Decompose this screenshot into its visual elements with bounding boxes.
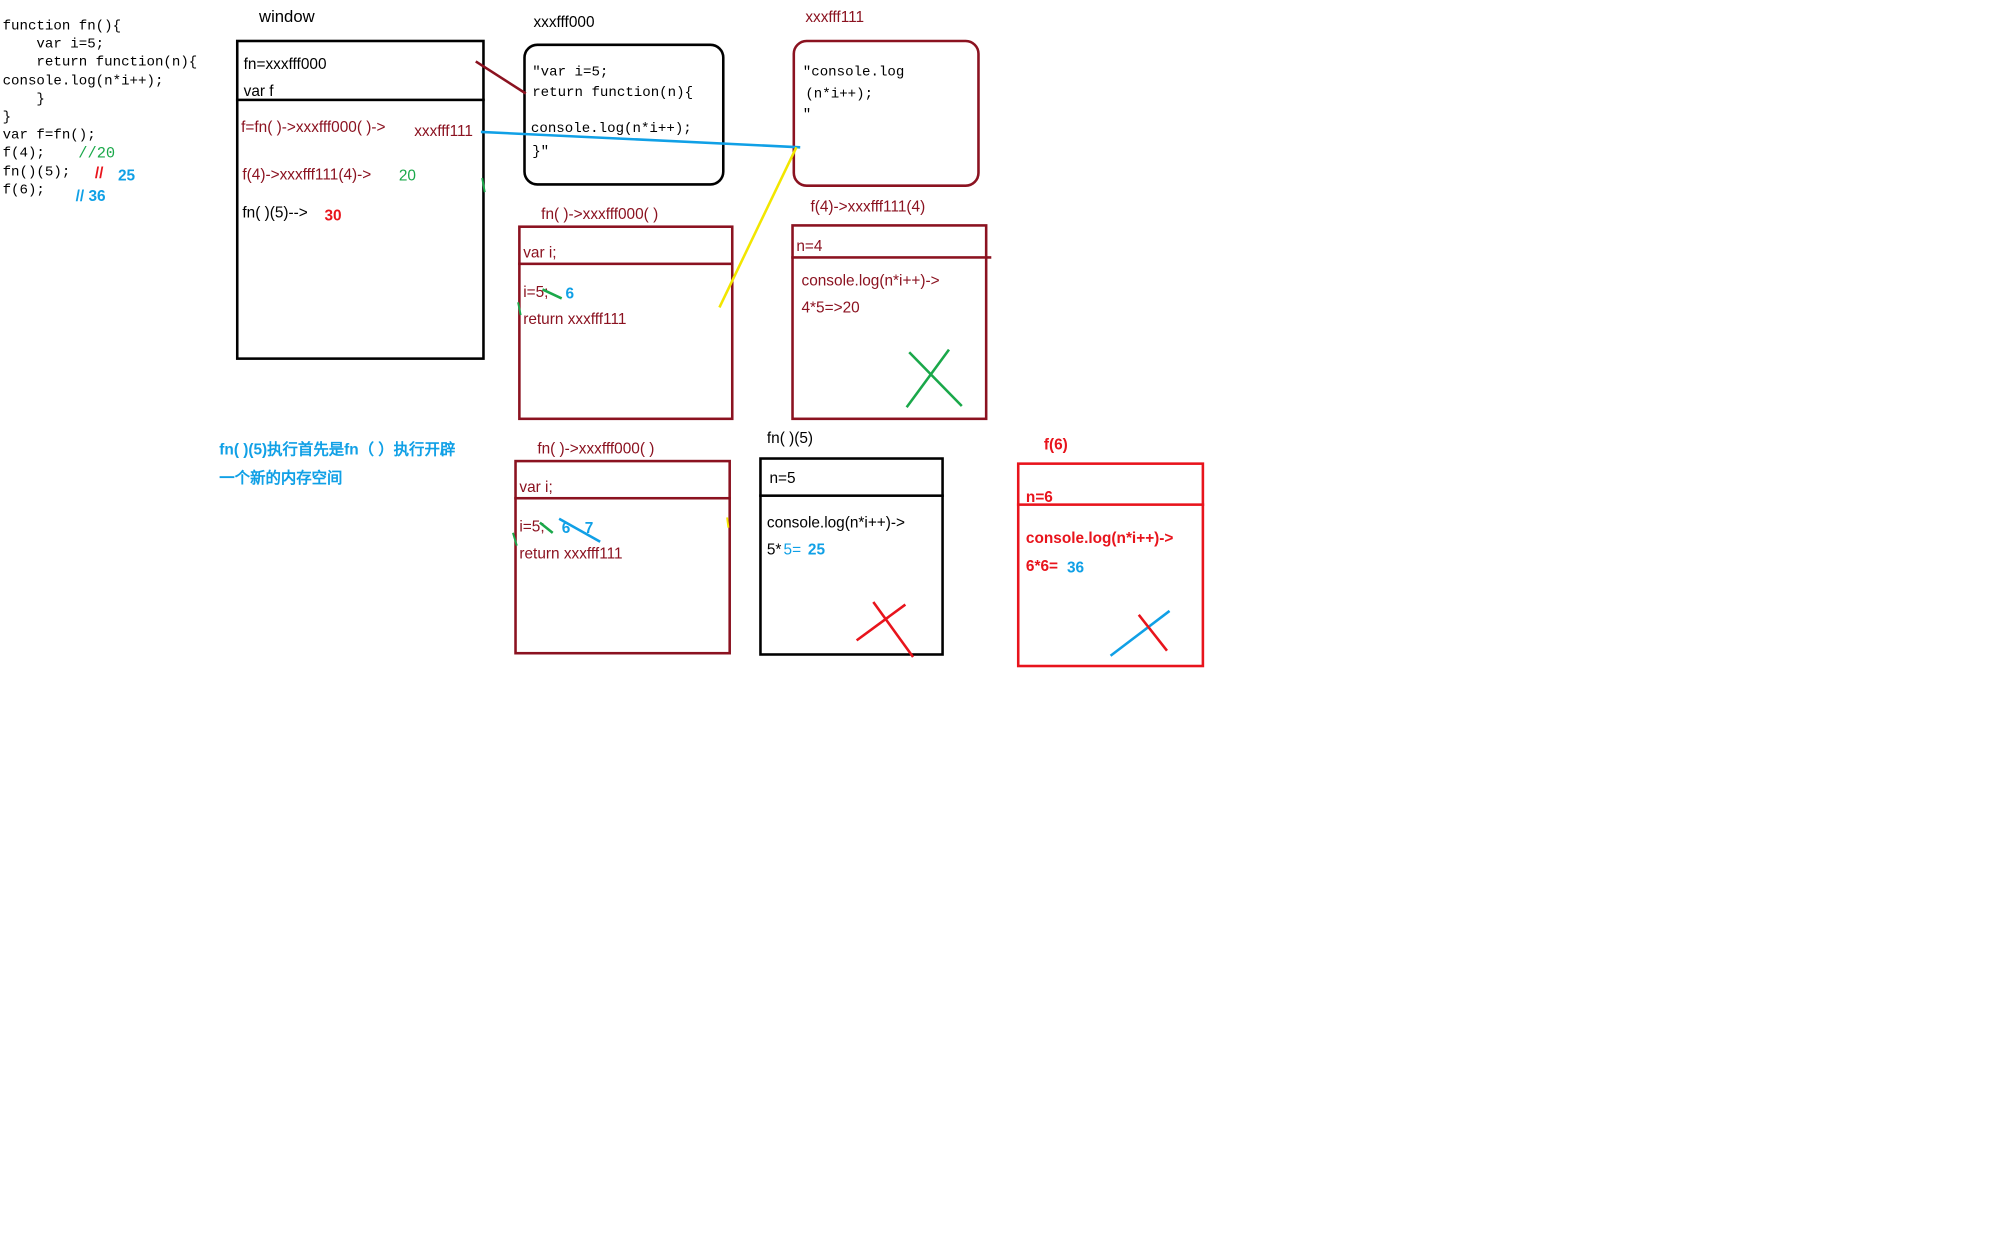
- code-line: fn()(5);: [2, 164, 71, 181]
- scope-fn5-n: n=5: [769, 468, 796, 487]
- scope-f6-calc: 6*6=: [1025, 557, 1059, 576]
- note-line: 一个新的内存空间: [219, 468, 343, 487]
- scope-f6-calc-result: 36: [1066, 558, 1085, 577]
- scope1-assign-i-new: 6: [565, 284, 575, 303]
- window-line-fn5-result: 30: [324, 206, 342, 225]
- window-line-f4: f(4)->xxxfff111(4)->: [242, 165, 372, 184]
- comment-result-20: //20: [78, 144, 116, 163]
- heap-000-title: xxxfff000: [533, 12, 595, 31]
- scope-fn5-console: console.log(n*i++)->: [766, 513, 906, 532]
- scope1-title: fn( )->xxxfff000( ): [541, 204, 659, 223]
- code-line: f(4);: [2, 146, 45, 162]
- scope-fn5-calc-b: 5=: [783, 540, 802, 559]
- code-line: var i=5;: [2, 37, 105, 53]
- heap-000-line: }": [532, 144, 550, 161]
- window-line-f-ref: xxxfff111: [414, 121, 473, 140]
- comment-slashes-25: //: [94, 163, 104, 182]
- diagram-canvas: function fn(){ var i=5; return function(…: [0, 0, 2004, 1245]
- heap-111-title: xxxfff111: [805, 7, 865, 26]
- code-line: }: [2, 91, 45, 108]
- heap-000-line: "var i=5;: [532, 65, 609, 81]
- scope2-assign-i-new2: 7: [584, 518, 594, 537]
- scope1-divider: [518, 262, 734, 266]
- scope2-assign-i-new: 6: [561, 518, 571, 537]
- scope2-divider: [514, 496, 731, 500]
- scope-f6-n: n=6: [1025, 487, 1053, 506]
- scope1-assign-i: i=5;: [523, 283, 549, 301]
- scope2-assign-i: i=5;: [519, 517, 545, 536]
- scope-f6-title: f(6): [1043, 435, 1068, 454]
- scope1-return: return xxxfff111: [523, 309, 627, 328]
- scope-f4-title: f(4)->xxxfff111(4): [810, 197, 926, 216]
- code-line: console.log(n*i++);: [2, 73, 164, 90]
- scope-fn5-title: fn( )(5): [766, 429, 814, 447]
- scope2-var-i: var i;: [519, 477, 553, 496]
- window-line-fn5: fn( )(5)-->: [242, 203, 308, 222]
- window-title: window: [259, 6, 315, 26]
- note-line: fn( )(5)执行首先是fn（ ）执行开辟: [219, 440, 456, 459]
- window-line-f-assign: f=fn( )->xxxfff000( )->: [241, 117, 386, 136]
- heap-000-line: return function(n){: [532, 85, 694, 102]
- scope-fn5-calc-a: 5*: [766, 540, 782, 559]
- scope2-title: fn( )->xxxfff000( ): [537, 439, 655, 458]
- comment-result-36: // 36: [75, 186, 106, 205]
- comment-result-25: 25: [117, 166, 136, 185]
- code-line: return function(n){: [2, 55, 198, 71]
- window-var-f: var f: [243, 81, 274, 100]
- scope-fn5-calc-result: 25: [807, 540, 826, 559]
- heap-111-box: [792, 39, 980, 187]
- heap-000-line: console.log(n*i++);: [530, 121, 692, 138]
- window-var-fn: fn=xxxfff000: [243, 55, 327, 74]
- scope1-var-i: var i;: [523, 243, 557, 262]
- code-line: var f=fn();: [2, 128, 96, 144]
- heap-111-line: "console.log: [802, 65, 905, 81]
- code-line: }: [2, 110, 12, 126]
- scope2-return: return xxxfff111: [519, 544, 623, 563]
- scope-f4-n: n=4: [796, 236, 823, 255]
- heap-111-line: ": [802, 107, 812, 123]
- scope-f4-console: console.log(n*i++)->: [801, 271, 940, 290]
- window-line-f4-result: 20: [398, 166, 416, 185]
- scope-fn5-divider: [759, 494, 944, 497]
- scope-f4-calc: 4*5=>20: [801, 298, 860, 317]
- code-line: function fn(){: [2, 19, 122, 35]
- code-line: f(6);: [2, 182, 45, 199]
- scope-f6-console: console.log(n*i++)->: [1025, 528, 1174, 547]
- heap-111-line: (n*i++);: [805, 87, 874, 103]
- scope-f4-divider: [791, 256, 992, 259]
